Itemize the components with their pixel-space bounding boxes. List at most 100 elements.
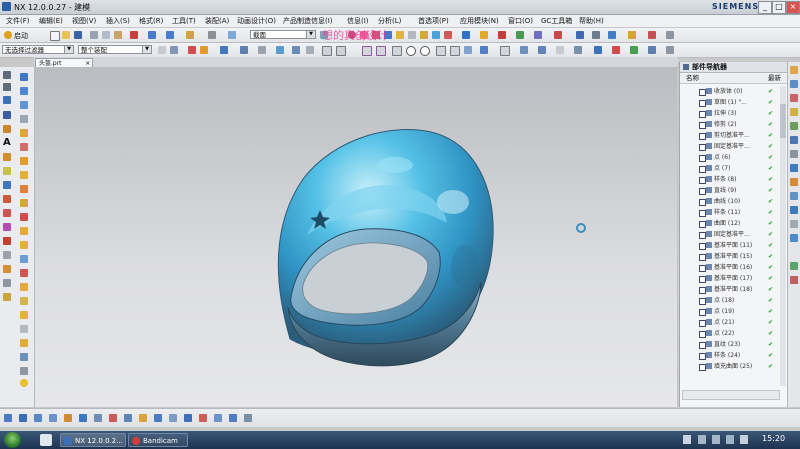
tray-network-icon[interactable]: [698, 435, 706, 444]
taskbar-item-bandicam[interactable]: Bandicam: [128, 433, 188, 447]
hole-tool-icon[interactable]: [20, 185, 28, 193]
visibility-checkbox[interactable]: [699, 111, 706, 118]
edge-blend-icon[interactable]: [20, 283, 28, 291]
bridge-curve-icon[interactable]: [3, 223, 11, 231]
close-button[interactable]: ×: [786, 1, 800, 14]
navigator-row[interactable]: 收放体 (0) ✔: [680, 86, 779, 97]
origin-marker-icon[interactable]: [576, 223, 586, 233]
paste-icon[interactable]: [114, 31, 122, 39]
tools-icon[interactable]: [648, 31, 656, 39]
measure-icon[interactable]: [576, 31, 584, 39]
navigator-row[interactable]: 剪切基准平... ✔: [680, 130, 779, 141]
arc-tool-icon[interactable]: [3, 83, 11, 91]
visibility-checkbox[interactable]: [699, 298, 706, 305]
select-body-icon[interactable]: [240, 46, 248, 54]
line-tool-icon[interactable]: [3, 71, 11, 79]
start-menu-label[interactable]: 启动: [14, 31, 28, 41]
chamfer-tool-icon[interactable]: [20, 311, 28, 319]
snap-perpendicular-icon[interactable]: [450, 46, 460, 56]
navigator-row[interactable]: 填充曲面 (25) ✔: [680, 361, 779, 372]
snap-cross-icon[interactable]: [392, 46, 402, 56]
navigator-row[interactable]: 草图 (1) "... ✔: [680, 97, 779, 108]
resource-system-icon[interactable]: [790, 164, 798, 172]
pocket-tool-icon[interactable]: [20, 213, 28, 221]
menu-info[interactable]: 信息(I): [347, 16, 369, 26]
visibility-checkbox[interactable]: [699, 243, 706, 250]
view-tool-icon[interactable]: [124, 414, 132, 422]
view-tool-icon[interactable]: [184, 414, 192, 422]
subtract-icon[interactable]: [444, 31, 452, 39]
visibility-checkbox[interactable]: [699, 265, 706, 272]
navigator-row[interactable]: 点 (21) ✔: [680, 317, 779, 328]
resource-mold-icon[interactable]: [790, 276, 798, 284]
block-icon[interactable]: [20, 73, 28, 81]
resource-reuse-icon[interactable]: [790, 108, 798, 116]
snap-grid-icon[interactable]: [500, 46, 510, 56]
selection-filter-combo[interactable]: 无选择过滤器 ▼: [2, 45, 74, 54]
navigator-row[interactable]: 点 (6) ✔: [680, 152, 779, 163]
visibility-checkbox[interactable]: [699, 232, 706, 239]
snap-control-icon[interactable]: [556, 46, 564, 54]
spline-tool-icon[interactable]: [3, 125, 11, 133]
new-file-icon[interactable]: [50, 31, 60, 41]
menu-help[interactable]: 帮助(H): [579, 16, 604, 26]
navigator-row[interactable]: 样条 (11) ✔: [680, 207, 779, 218]
menu-insert[interactable]: 插入(S): [106, 16, 130, 26]
trim-tool-icon[interactable]: [20, 367, 28, 375]
visibility-checkbox[interactable]: [699, 309, 706, 316]
resource-part-nav-icon[interactable]: [790, 66, 798, 74]
snap-quadrant-icon[interactable]: [464, 46, 472, 54]
slash-icon[interactable]: [336, 46, 346, 56]
snap-existing-icon[interactable]: [538, 46, 546, 54]
menu-animation[interactable]: 动画设计(O): [237, 16, 276, 26]
extrude-tool-icon[interactable]: [20, 129, 28, 137]
menu-tools[interactable]: 工具(T): [172, 16, 196, 26]
more-options-icon[interactable]: [666, 31, 674, 39]
pattern-icon[interactable]: [480, 31, 488, 39]
select-face-icon[interactable]: [220, 46, 228, 54]
view-tool-icon[interactable]: [79, 414, 87, 422]
snap-endpoint-icon[interactable]: [292, 46, 300, 54]
select-curve-icon[interactable]: [258, 46, 266, 54]
tray-volume-icon[interactable]: [712, 435, 720, 444]
project-curve-icon[interactable]: [3, 209, 11, 217]
navigator-row[interactable]: 拉伸 (3) ✔: [680, 108, 779, 119]
more-options-icon[interactable]: [666, 46, 674, 54]
visibility-checkbox[interactable]: [699, 287, 706, 294]
resource-help-icon[interactable]: [790, 234, 798, 242]
menu-analysis[interactable]: 分析(L): [378, 16, 401, 26]
navigator-row[interactable]: 直线 (9) ✔: [680, 185, 779, 196]
pad-tool-icon[interactable]: [20, 227, 28, 235]
start-button[interactable]: [4, 432, 21, 448]
visibility-checkbox[interactable]: [699, 276, 706, 283]
desktop-icon[interactable]: [40, 434, 52, 446]
cylinder-icon[interactable]: [20, 87, 28, 95]
draft-tool-icon[interactable]: [20, 339, 28, 347]
point-tool-icon[interactable]: [3, 153, 11, 161]
view-tool-icon[interactable]: [229, 414, 237, 422]
visibility-checkbox[interactable]: [699, 166, 706, 173]
view-tool-icon[interactable]: [199, 414, 207, 422]
visibility-checkbox[interactable]: [699, 122, 706, 129]
helmet-model[interactable]: [35, 67, 677, 407]
assembly-scope-combo[interactable]: 整个装配 ▼: [78, 45, 152, 54]
visibility-checkbox[interactable]: [699, 188, 706, 195]
extract-curve-icon[interactable]: [3, 265, 11, 273]
snap-point-on-curve-icon[interactable]: [630, 46, 638, 54]
visibility-checkbox[interactable]: [699, 199, 706, 206]
visibility-checkbox[interactable]: [699, 364, 706, 371]
view-tool-icon[interactable]: [154, 414, 162, 422]
snap-pole-icon[interactable]: [574, 46, 582, 54]
resource-tips-icon[interactable]: [790, 262, 798, 270]
arc-icon[interactable]: [362, 46, 372, 56]
layer-icon[interactable]: [228, 31, 236, 39]
snap-midpoint-icon[interactable]: [306, 46, 314, 54]
visibility-checkbox[interactable]: [699, 331, 706, 338]
menu-view[interactable]: 视图(V): [72, 16, 96, 26]
navigator-row[interactable]: 直纹 (23) ✔: [680, 339, 779, 350]
snap-arc-center-icon[interactable]: [594, 46, 602, 54]
view-tool-icon[interactable]: [94, 414, 102, 422]
view-tool-icon[interactable]: [214, 414, 222, 422]
navigator-row[interactable]: 点 (19) ✔: [680, 306, 779, 317]
plane-tool-icon[interactable]: [3, 167, 11, 175]
